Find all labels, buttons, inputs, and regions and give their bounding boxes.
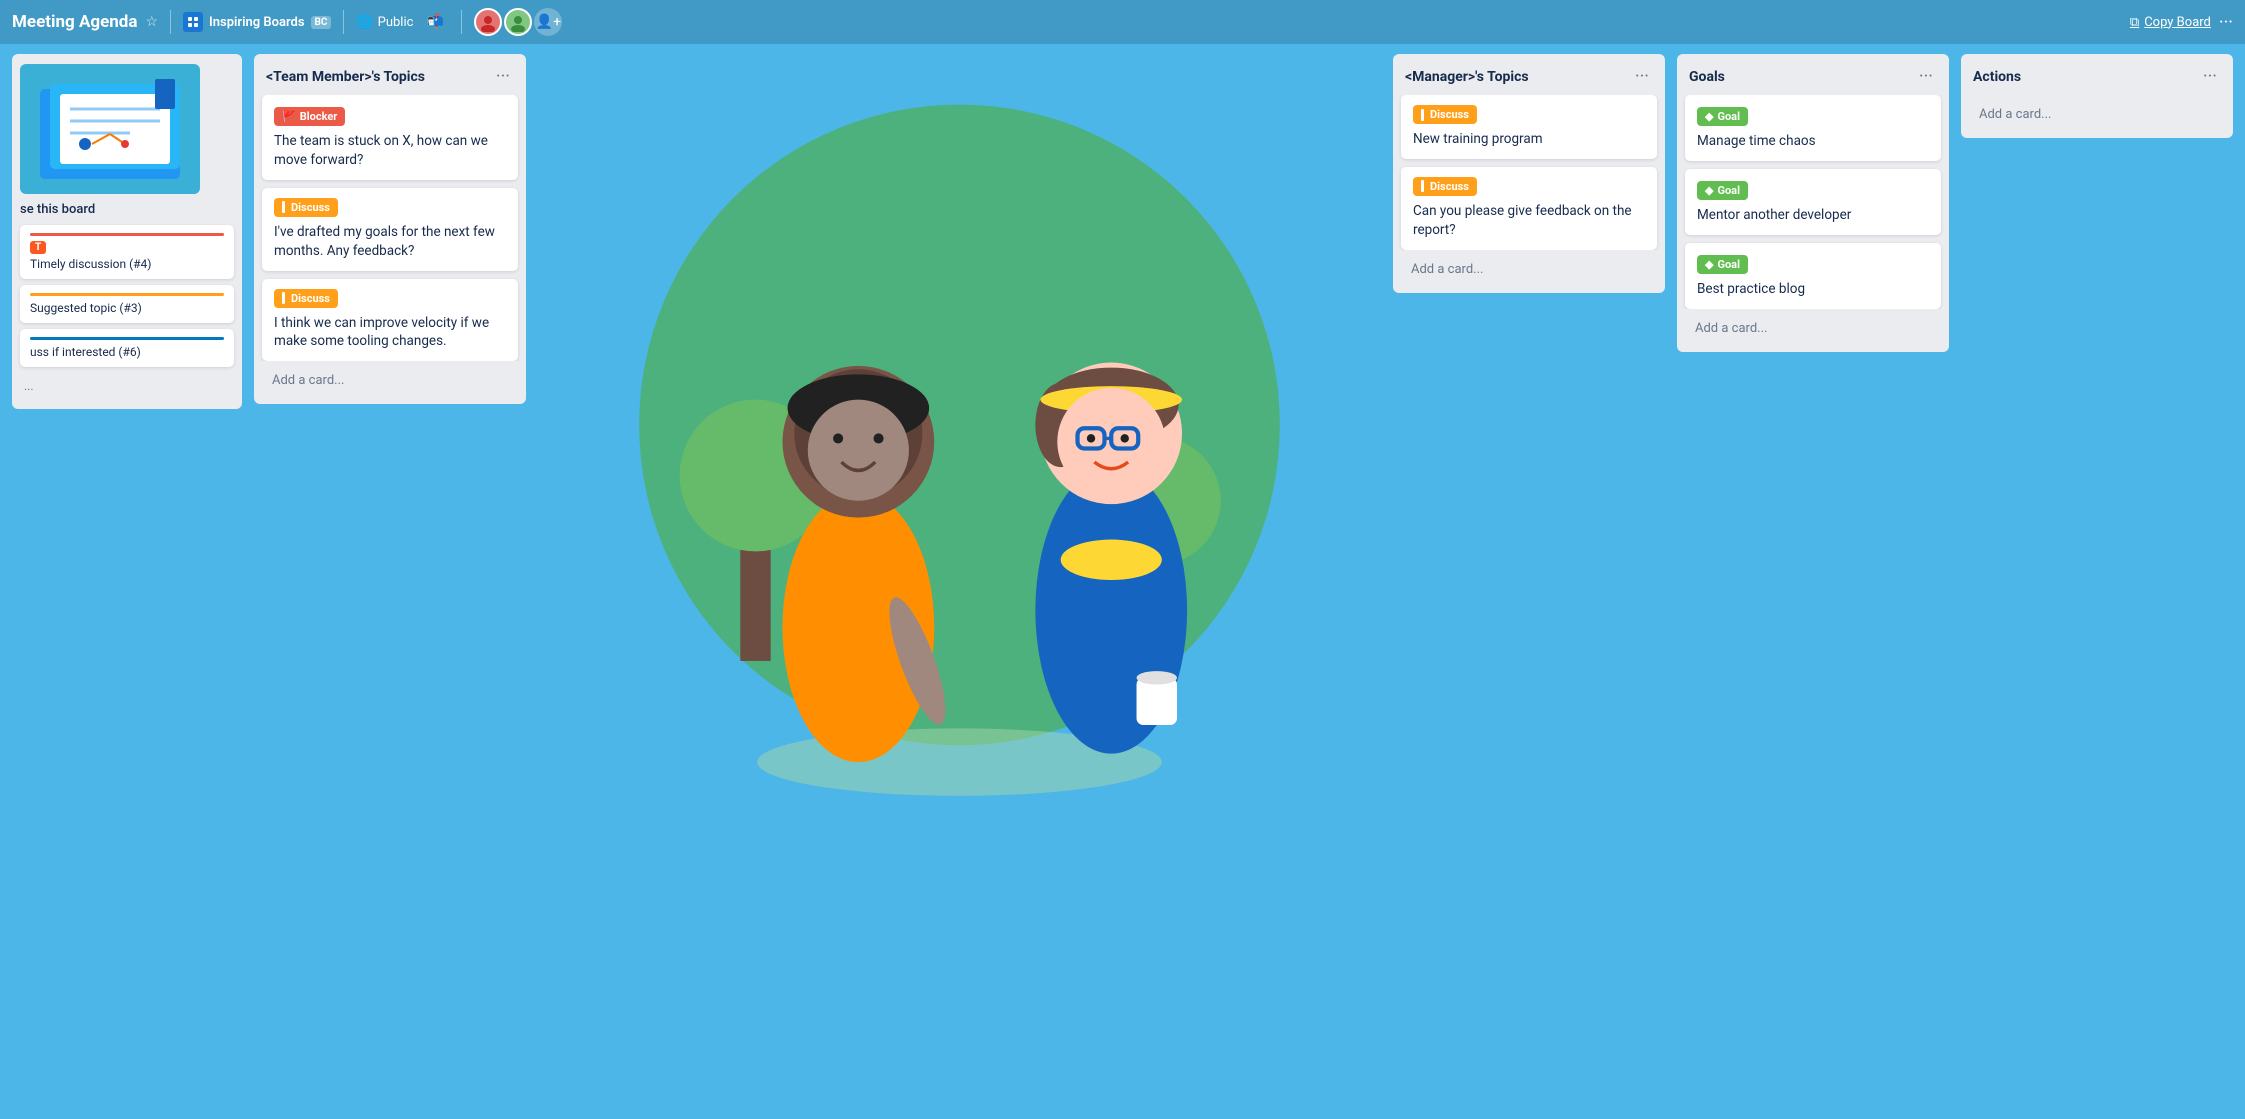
globe-icon: 🌐: [356, 15, 372, 30]
list-team-member: <Team Member>'s Topics ··· 🚩 Blocker The…: [254, 54, 526, 404]
list-title-actions: Actions: [1973, 69, 2021, 85]
card-discuss-velocity[interactable]: Discuss I think we can improve velocity …: [262, 279, 518, 362]
visibility-label: Public: [378, 15, 414, 30]
card-feedback[interactable]: Discuss Can you please give feedback on …: [1401, 167, 1657, 250]
card-label-goal-3: ◆ Goal: [1697, 255, 1748, 274]
list-title-team-member: <Team Member>'s Topics: [266, 69, 425, 85]
copy-board-button[interactable]: ⧉ Copy Board: [2130, 15, 2211, 30]
card-text-discuss-1: I've drafted my goals for the next few m…: [274, 223, 506, 261]
card-label-goal-2: ◆ Goal: [1697, 181, 1748, 200]
card-goal-mentor[interactable]: ◆ Goal Mentor another developer: [1685, 169, 1941, 235]
card-text-goal-2: Mentor another developer: [1697, 206, 1929, 225]
card-goal-time[interactable]: ◆ Goal Manage time chaos: [1685, 95, 1941, 161]
card-label-goal-1: ◆ Goal: [1697, 107, 1748, 126]
add-member-button[interactable]: 👤+: [534, 8, 562, 36]
discuss-icon-4: [1421, 180, 1424, 192]
list-cards-team-member: 🚩 Blocker The team is stuck on X, how ca…: [254, 95, 526, 361]
list-manager: <Manager>'s Topics ··· Discuss New train…: [1393, 54, 1665, 293]
card-bar-blue: [30, 337, 224, 340]
list-menu-actions[interactable]: ···: [2199, 64, 2221, 89]
list-header-manager: <Manager>'s Topics ···: [1393, 54, 1665, 95]
copy-board-label: Copy Board: [2144, 15, 2211, 30]
header-separator-3: [461, 10, 462, 34]
discuss-icon-1: [282, 201, 285, 213]
goal-icon-1: ◆: [1705, 110, 1713, 123]
sidebar-card-text-2: Suggested topic (#3): [30, 301, 224, 315]
card-discuss-goals[interactable]: Discuss I've drafted my goals for the ne…: [262, 188, 518, 271]
avatar-2[interactable]: [504, 8, 532, 36]
card-text-goal-3: Best practice blog: [1697, 280, 1929, 299]
list-header-team-member: <Team Member>'s Topics ···: [254, 54, 526, 95]
list-cards-goals: ◆ Goal Manage time chaos ◆ Goal Mentor a…: [1677, 95, 1949, 309]
card-goal-blog[interactable]: ◆ Goal Best practice blog: [1685, 243, 1941, 309]
workspace-name: Inspiring Boards: [209, 15, 304, 30]
card-text-goal-1: Manage time chaos: [1697, 132, 1929, 151]
add-card-manager[interactable]: Add a card...: [1401, 254, 1657, 285]
card-bar-red: [30, 233, 224, 236]
card-label-blocker: 🚩 Blocker: [274, 107, 345, 126]
card-label-discuss-2: Discuss: [274, 289, 338, 308]
card-text-blocker: The team is stuck on X, how can we move …: [274, 132, 506, 170]
sidebar-use-text: se this board: [20, 202, 234, 217]
add-card-goals[interactable]: Add a card...: [1685, 313, 1941, 344]
card-training[interactable]: Discuss New training program: [1401, 95, 1657, 159]
header-right-actions: ⧉ Copy Board ···: [2130, 12, 2233, 33]
card-blocker[interactable]: 🚩 Blocker The team is stuck on X, how ca…: [262, 95, 518, 180]
sidebar-add-placeholder[interactable]: ...: [20, 373, 234, 399]
copy-icon: ⧉: [2130, 15, 2139, 30]
workspace-icon: [183, 12, 203, 32]
list-cards-manager: Discuss New training program Discuss Can…: [1393, 95, 1665, 250]
flag-icon: 🚩: [282, 110, 296, 123]
card-label-discuss-4: Discuss: [1413, 177, 1477, 196]
header: Meeting Agenda ☆ Inspiring Boards BC 🌐 P…: [0, 0, 2245, 44]
discuss-icon-3: [1421, 109, 1424, 121]
workspace-link[interactable]: Inspiring Boards BC: [183, 12, 331, 32]
card-label-discuss-1: Discuss: [274, 198, 338, 217]
card-tag: T: [30, 241, 46, 254]
card-text-feedback: Can you please give feedback on the repo…: [1413, 202, 1645, 240]
visibility-button[interactable]: 🌐 Public: [356, 15, 413, 30]
add-card-team-member[interactable]: Add a card...: [262, 365, 518, 396]
board-title: Meeting Agenda: [12, 12, 137, 32]
card-text-training: New training program: [1413, 130, 1645, 149]
sidebar-column: se this board T Timely discussion (#4) S…: [12, 54, 242, 409]
list-actions: Actions ··· Add a card...: [1961, 54, 2233, 138]
goal-icon-2: ◆: [1705, 184, 1713, 197]
list-header-goals: Goals ···: [1677, 54, 1949, 95]
add-card-actions[interactable]: Add a card...: [1969, 99, 2225, 130]
card-bar-orange: [30, 293, 224, 296]
board-members: 👤+: [474, 8, 562, 36]
list-menu-team-member[interactable]: ···: [492, 64, 514, 89]
sidebar-card-1[interactable]: T Timely discussion (#4): [20, 225, 234, 279]
card-label-discuss-3: Discuss: [1413, 105, 1477, 124]
sidebar-card-3[interactable]: uss if interested (#6): [20, 329, 234, 367]
star-icon[interactable]: ☆: [145, 14, 158, 30]
list-title-goals: Goals: [1689, 69, 1725, 85]
avatar-1[interactable]: [474, 8, 502, 36]
list-title-manager: <Manager>'s Topics: [1405, 69, 1529, 85]
discuss-icon-2: [282, 292, 285, 304]
list-header-actions: Actions ···: [1961, 54, 2233, 95]
illustration-image: [20, 64, 200, 194]
list-menu-goals[interactable]: ···: [1915, 64, 1937, 89]
notifications-button[interactable]: 📬: [421, 8, 449, 36]
card-text-discuss-2: I think we can improve velocity if we ma…: [274, 314, 506, 352]
more-options-button[interactable]: ···: [2219, 12, 2233, 33]
card-tag-wrapper: T: [30, 241, 224, 254]
sidebar-card-text-1: Timely discussion (#4): [30, 257, 224, 271]
illustration-area: [538, 54, 1381, 817]
list-menu-manager[interactable]: ···: [1631, 64, 1653, 89]
goal-icon-3: ◆: [1705, 258, 1713, 271]
header-separator: [170, 10, 171, 34]
header-separator-2: [343, 10, 344, 34]
list-goals: Goals ··· ◆ Goal Manage time chaos ◆ Goa…: [1677, 54, 1949, 352]
board-content: se this board T Timely discussion (#4) S…: [0, 44, 2245, 1119]
workspace-badge: BC: [311, 16, 332, 29]
bell-icon: 📬: [427, 14, 444, 30]
sidebar-card-2[interactable]: Suggested topic (#3): [20, 285, 234, 323]
sidebar-card-text-3: uss if interested (#6): [30, 345, 224, 359]
